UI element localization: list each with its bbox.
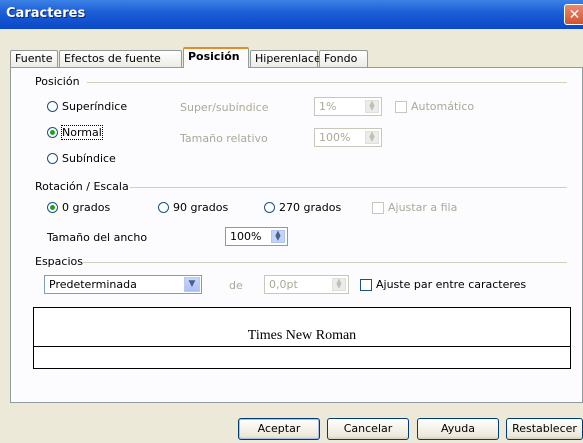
normal-label: Normal (61, 125, 103, 140)
ajustar-fila-checkbox[interactable]: Ajustar a fila (372, 201, 457, 214)
super-sub-label: Super/subíndice (180, 101, 269, 114)
divider (83, 262, 567, 263)
tab-fuente[interactable]: Fuente (10, 50, 58, 67)
radio-icon (47, 101, 58, 112)
posicion-heading: Posición (35, 75, 80, 88)
chevron-down-icon: ▼ (184, 277, 200, 292)
tab-hiperenlace[interactable]: Hiperenlace (250, 50, 321, 67)
g0-label: 0 grados (62, 201, 111, 214)
super-sub-stepper[interactable]: 1% ▲ ▼ (314, 97, 382, 116)
espacios-select[interactable]: Predeterminada ▼ (44, 275, 202, 294)
de-label: de (229, 279, 243, 292)
close-icon: ✕ (568, 7, 581, 23)
ayuda-button[interactable]: Ayuda (417, 418, 499, 440)
radio-icon (264, 202, 275, 213)
checkbox-icon (372, 201, 384, 214)
espacios-heading: Espacios (35, 255, 83, 268)
tamano-relativo-value: 100% (319, 131, 351, 144)
radio-subindice[interactable]: Subíndice (47, 152, 116, 165)
espacios-mode: Predeterminada (49, 278, 137, 291)
radio-normal[interactable]: Normal (47, 125, 103, 140)
radio-superindice[interactable]: Superíndice (47, 100, 127, 113)
radio-selected-icon (47, 202, 58, 213)
restablecer-button[interactable]: Restablecer (506, 418, 583, 440)
preview-text: Times New Roman (247, 328, 357, 343)
radio-0-grados[interactable]: 0 grados (47, 201, 110, 214)
tab-posicion[interactable]: Posición (183, 47, 249, 68)
checkbox-icon (360, 278, 372, 291)
close-button[interactable]: ✕ (564, 4, 583, 25)
automatico-label: Automático (411, 100, 475, 113)
ajuste-label: Ajuste par entre caracteres (376, 278, 527, 291)
g270-label: 270 grados (279, 201, 342, 214)
tab-efectos-de-fuente[interactable]: Efectos de fuente (59, 50, 182, 67)
baseline (34, 346, 570, 347)
font-preview: Times New Roman (33, 307, 571, 369)
ancho-label: Tamaño del ancho (47, 231, 148, 244)
rotacion-heading: Rotación / Escala (35, 180, 129, 193)
espacios-stepper[interactable]: 0,0pt ▲ ▼ (264, 275, 349, 294)
title-bar: Caracteres ✕ (0, 0, 583, 29)
ajustar-label: Ajustar a fila (388, 201, 458, 214)
tamano-relativo-stepper[interactable]: 100% ▲ ▼ (314, 128, 382, 147)
superindice-label: Superíndice (62, 100, 128, 113)
ancho-value: 100% (230, 230, 262, 243)
espacios-value: 0,0pt (269, 278, 298, 291)
tamano-relativo-label: Tamaño relativo (180, 132, 268, 145)
super-sub-value: 1% (319, 100, 337, 113)
spin-arrows-icon: ▲ ▼ (365, 100, 379, 113)
aceptar-button[interactable]: Aceptar (238, 418, 320, 440)
checkbox-icon (395, 100, 407, 113)
subindice-label: Subíndice (62, 152, 116, 165)
automatico-checkbox[interactable]: Automático (395, 100, 474, 113)
radio-icon (158, 202, 169, 213)
spin-arrows-icon: ▲ ▼ (365, 131, 379, 144)
tab-fondo[interactable]: Fondo (319, 50, 368, 67)
divider (87, 82, 567, 83)
radio-selected-icon (47, 127, 58, 138)
ajuste-par-checkbox[interactable]: Ajuste par entre caracteres (360, 278, 526, 291)
window-title: Caracteres (6, 6, 86, 21)
spin-arrows-icon: ▲ ▼ (332, 278, 346, 291)
radio-270-grados[interactable]: 270 grados (264, 201, 341, 214)
cancelar-button[interactable]: Cancelar (327, 418, 409, 440)
g90-label: 90 grados (173, 201, 229, 214)
spin-arrows-icon: ▲ ▼ (271, 230, 285, 243)
radio-90-grados[interactable]: 90 grados (158, 201, 228, 214)
radio-icon (47, 153, 58, 164)
ancho-stepper[interactable]: 100% ▲ ▼ (225, 227, 288, 246)
divider (130, 187, 567, 188)
